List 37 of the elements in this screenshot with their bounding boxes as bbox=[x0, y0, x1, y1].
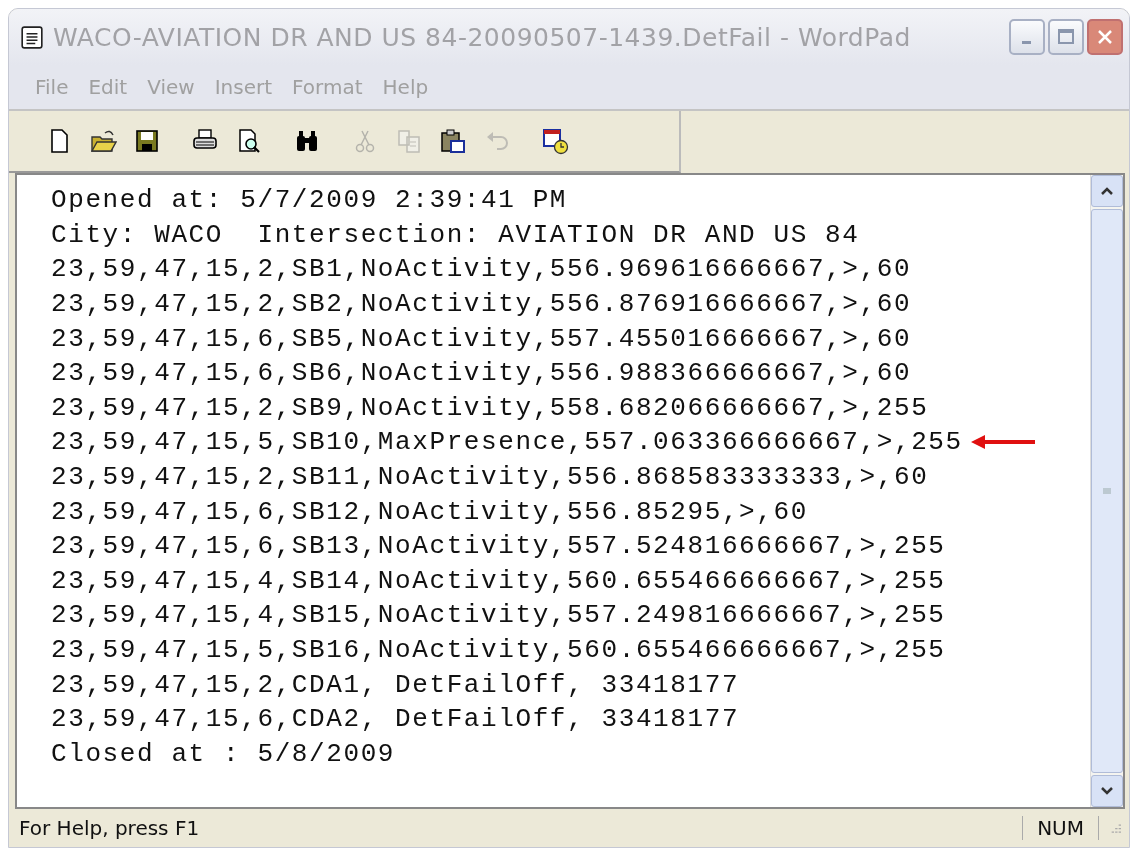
menu-item[interactable]: Edit bbox=[78, 75, 138, 99]
document-line: Opened at: 5/7/2009 2:39:41 PM bbox=[51, 185, 568, 216]
window-title: WACO-AVIATION DR AND US 84-20090507-1439.DetFail - WordPad bbox=[53, 22, 912, 52]
document-line: 23,59,47,15,2,SB2,NoActivity,556.876916666667,>,60 bbox=[51, 289, 912, 320]
document-line: 23,59,47,15,5,SB16,NoActivity,560.655466666667,>,255 bbox=[51, 635, 946, 665]
document-icon bbox=[21, 25, 43, 49]
vertical-scrollbar[interactable] bbox=[1090, 175, 1123, 807]
minimize-button[interactable] bbox=[1009, 19, 1045, 55]
save-icon bbox=[133, 127, 161, 155]
document-line: 23,59,47,15,2,SB11,NoActivity,556.868583333333,>,60 bbox=[51, 462, 929, 493]
paste-icon bbox=[439, 127, 467, 155]
document-line: 23,59,47,15,4,SB15,NoActivity,557.249816666667,>,255 bbox=[51, 600, 946, 631]
document-line: 23,59,47,15,6,SB13,NoActivity,557.524816666667,>,255 bbox=[51, 531, 946, 562]
datetime-icon bbox=[541, 127, 569, 155]
document-line: City: WACO Intersection: AVIATION DR AND US 84 bbox=[51, 219, 860, 250]
status-text: For Help, press F1 bbox=[19, 816, 201, 840]
document-line: 23,59,47,15,6,SB6,NoActivity,556.988366666667,>,60 bbox=[51, 358, 912, 389]
menu-item[interactable]: Help bbox=[372, 75, 439, 99]
document-line: 23,59,47,15,4,SB14,NoActivity,560.655466666667,>,255 bbox=[51, 565, 946, 596]
copy-icon bbox=[395, 127, 423, 155]
document-line: 23,59,47,15,5,SB10,MaxPresence,557.063366666667,>,255 bbox=[51, 427, 963, 458]
document-line: 23,59,47,15,2,CDA1, DetFailOff, 33418177 bbox=[51, 669, 740, 700]
document-line: 23,59,47,15,6,SB5,NoActivity,557.455016666667,>,60 bbox=[51, 323, 912, 354]
menu-item[interactable]: Insert bbox=[204, 75, 283, 99]
document-line: 23,59,47,15,2,SB9,NoActivity,558.682066666667,>,255 bbox=[51, 392, 929, 423]
num-lock-indicator: NUM bbox=[1022, 816, 1099, 840]
document-line: 23,59,47,15,2,SB1,NoActivity,556.969616666667,>,60 bbox=[51, 254, 912, 285]
maximize-button[interactable] bbox=[1048, 19, 1084, 55]
menu-item[interactable]: Format bbox=[282, 75, 373, 99]
maximize-icon bbox=[1056, 27, 1076, 47]
menu-item[interactable]: File bbox=[25, 75, 79, 99]
document-line: 23,59,47,15,6,SB12,NoActivity,556.85295,>,60 bbox=[51, 496, 808, 527]
document-line: Closed at : 5/8/2009 bbox=[51, 738, 396, 769]
document-line: 23,59,47,15,6,CDA2, DetFailOff, 33418177 bbox=[51, 704, 740, 735]
close-button[interactable] bbox=[1087, 19, 1123, 55]
minimize-icon bbox=[1021, 40, 1031, 44]
menu-item[interactable]: View bbox=[137, 75, 205, 99]
